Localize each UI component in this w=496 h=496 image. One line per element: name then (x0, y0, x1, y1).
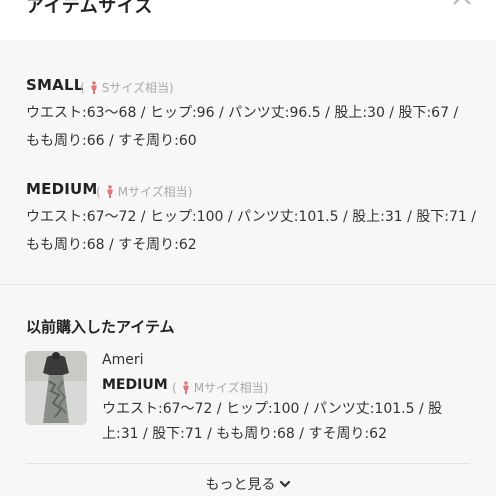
size-detail-medium: ウエスト:67〜72 / ヒップ:100 / パンツ丈:101.5 / 股上:3… (26, 209, 476, 253)
close-icon (453, 0, 471, 5)
size-list-panel: SMALL ( Sサイズ相当 ) ウエスト:63〜68 / ヒップ:96 / パ… (0, 40, 496, 284)
person-icon (106, 185, 113, 198)
product-size-hint: ( Mサイズ相当 ) (172, 380, 269, 396)
previous-purchase-title: 以前購入したアイテム (26, 318, 175, 336)
person-icon (90, 81, 97, 94)
person-icon (182, 381, 189, 394)
show-more-button[interactable]: もっと見る (0, 474, 496, 494)
size-hint-medium: ( Mサイズ相当 ) (96, 184, 193, 200)
chevron-down-icon (279, 480, 290, 488)
size-hint-small: ( Sサイズ相当 ) (80, 80, 174, 96)
modal-header: アイテムサイズ (0, 0, 496, 40)
previous-purchase-panel: 以前購入したアイテム Ameri MEDIUM ( Mサイズ相当 ) ウエスト:… (0, 285, 496, 496)
size-detail-small: ウエスト:63〜68 / ヒップ:96 / パンツ丈:96.5 / 股上:30 … (26, 105, 459, 149)
product-brand: Ameri (102, 352, 144, 368)
product-size-detail: ウエスト:67〜72 / ヒップ:100 / パンツ丈:101.5 / 股上:3… (102, 401, 443, 442)
show-more-label: もっと見る (205, 477, 276, 493)
more-divider (26, 463, 470, 464)
size-name-small: SMALL (26, 76, 84, 94)
modal-title: アイテムサイズ (26, 0, 154, 17)
close-button[interactable] (450, 0, 474, 12)
product-image (25, 351, 87, 425)
product-size: MEDIUM (102, 377, 168, 393)
product-thumbnail[interactable] (25, 351, 87, 425)
size-name-medium: MEDIUM (26, 180, 98, 198)
